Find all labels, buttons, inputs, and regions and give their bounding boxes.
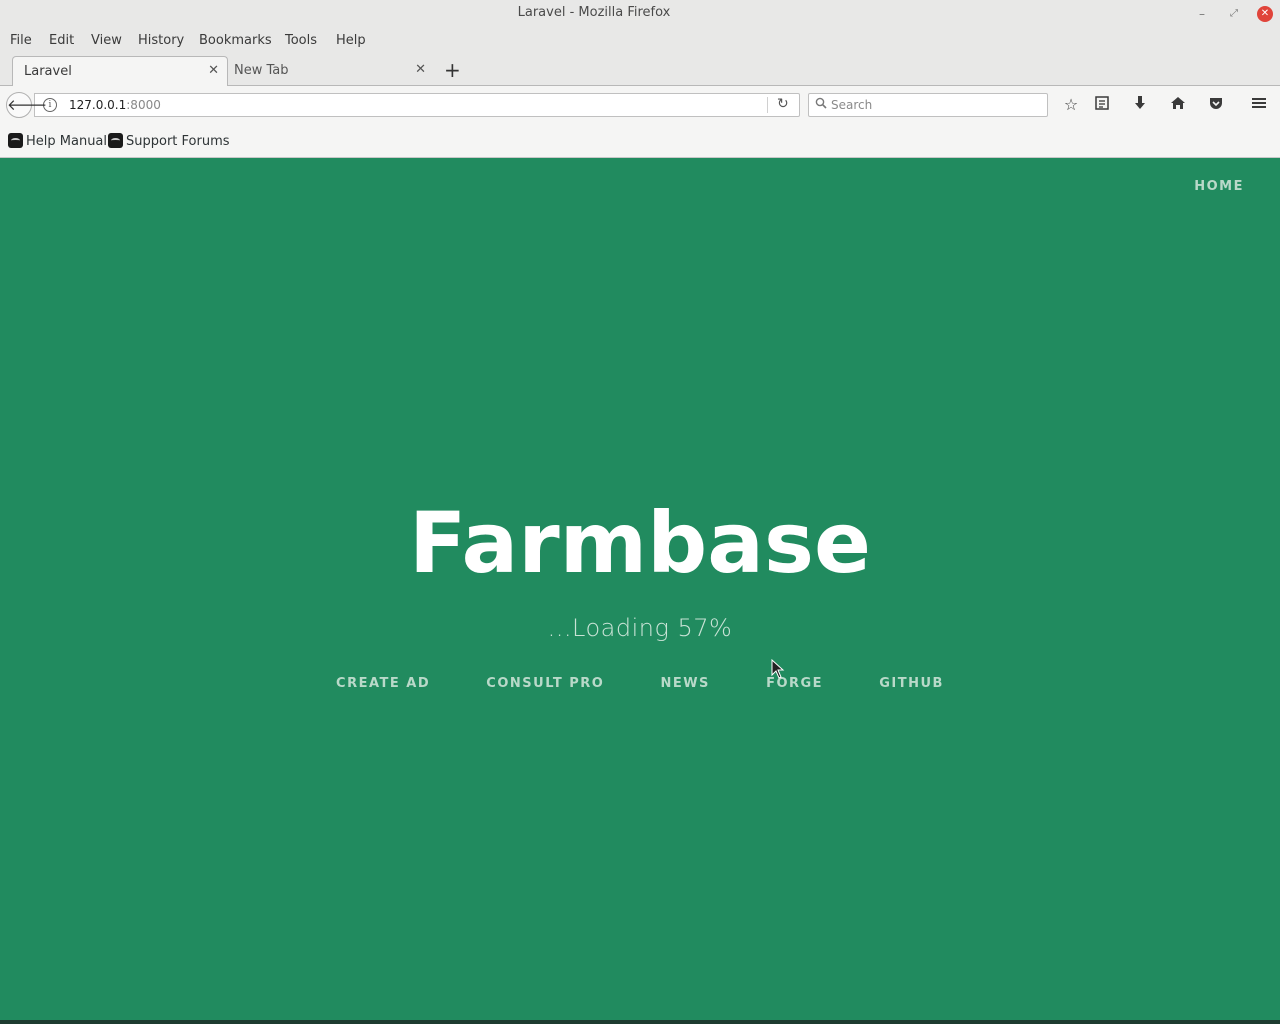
minimize-icon[interactable]: – — [1194, 6, 1210, 22]
menu-file[interactable]: File — [10, 33, 32, 48]
bottom-edge — [0, 1020, 1280, 1024]
menu-history[interactable]: History — [138, 33, 184, 48]
mouse-cursor-icon — [771, 659, 785, 679]
pocket-icon[interactable] — [1205, 95, 1227, 115]
bookmark-label: Support Forums — [126, 134, 230, 149]
tab-label: Laravel — [24, 64, 72, 79]
download-icon[interactable] — [1129, 95, 1151, 115]
tab-close-icon[interactable]: ✕ — [208, 63, 219, 78]
search-icon — [815, 97, 827, 109]
link-consult-pro[interactable]: CONSULT PRO — [486, 676, 604, 691]
maximize-icon[interactable]: ⤢ — [1226, 6, 1242, 22]
search-input[interactable] — [831, 96, 1041, 114]
window-title: Laravel - Mozilla Firefox — [517, 5, 671, 20]
search-bar[interactable] — [808, 93, 1048, 117]
home-icon[interactable] — [1167, 95, 1189, 115]
url-divider — [767, 97, 768, 113]
page-title: Farmbase — [409, 494, 871, 592]
tab-label: New Tab — [234, 63, 289, 78]
tab-new-tab[interactable]: New Tab ✕ — [228, 56, 434, 86]
tab-close-icon[interactable]: ✕ — [415, 62, 426, 77]
menu-bookmarks[interactable]: Bookmarks — [199, 33, 272, 48]
menu-bar: File Edit View History Bookmarks Tools H… — [0, 28, 1280, 54]
url-bar[interactable]: i 127.0.0.1:8000 ↻ — [34, 93, 800, 117]
reload-icon[interactable]: ↻ — [777, 96, 789, 112]
reading-list-icon[interactable] — [1091, 95, 1113, 115]
tab-laravel[interactable]: Laravel ✕ — [12, 56, 228, 86]
link-news[interactable]: NEWS — [660, 676, 709, 691]
bookmark-support-forums[interactable]: Support Forums — [108, 133, 230, 149]
menu-tools[interactable]: Tools — [285, 33, 317, 48]
bookmark-star-icon[interactable]: ☆ — [1060, 95, 1082, 115]
bookmark-favicon-icon — [8, 133, 23, 148]
hamburger-menu-icon[interactable] — [1248, 95, 1270, 115]
new-tab-plus-icon[interactable]: + — [444, 58, 461, 82]
url-text[interactable]: 127.0.0.1:8000 — [69, 98, 161, 112]
bookmark-favicon-icon — [108, 133, 123, 148]
loading-status: ...Loading 57% — [547, 614, 733, 642]
link-create-ad[interactable]: CREATE AD — [336, 676, 430, 691]
back-arrow-icon[interactable]: 🡐 — [6, 92, 47, 118]
bookmarks-toolbar: Help Manual Support Forums — [0, 124, 1280, 158]
bookmark-label: Help Manual — [26, 134, 108, 149]
close-window-icon[interactable]: ✕ — [1257, 6, 1273, 22]
nav-links: CREATE AD CONSULT PRO NEWS FORGE GITHUB — [0, 676, 1280, 691]
home-link[interactable]: HOME — [1194, 179, 1244, 194]
url-port: :8000 — [126, 98, 161, 112]
tab-bar: Laravel ✕ New Tab ✕ + — [0, 54, 1280, 86]
link-github[interactable]: GITHUB — [879, 676, 944, 691]
page-content: HOME Farmbase ...Loading 57% CREATE AD C… — [0, 158, 1280, 1020]
bookmark-help-manual[interactable]: Help Manual — [8, 133, 107, 149]
url-host: 127.0.0.1 — [69, 98, 127, 112]
menu-help[interactable]: Help — [336, 33, 366, 48]
menu-edit[interactable]: Edit — [49, 33, 74, 48]
window-titlebar: Laravel - Mozilla Firefox – ⤢ ✕ — [0, 0, 1280, 28]
navigation-toolbar: i 127.0.0.1:8000 ↻ 🡐 ☆ — [0, 86, 1280, 124]
menu-view[interactable]: View — [91, 33, 122, 48]
